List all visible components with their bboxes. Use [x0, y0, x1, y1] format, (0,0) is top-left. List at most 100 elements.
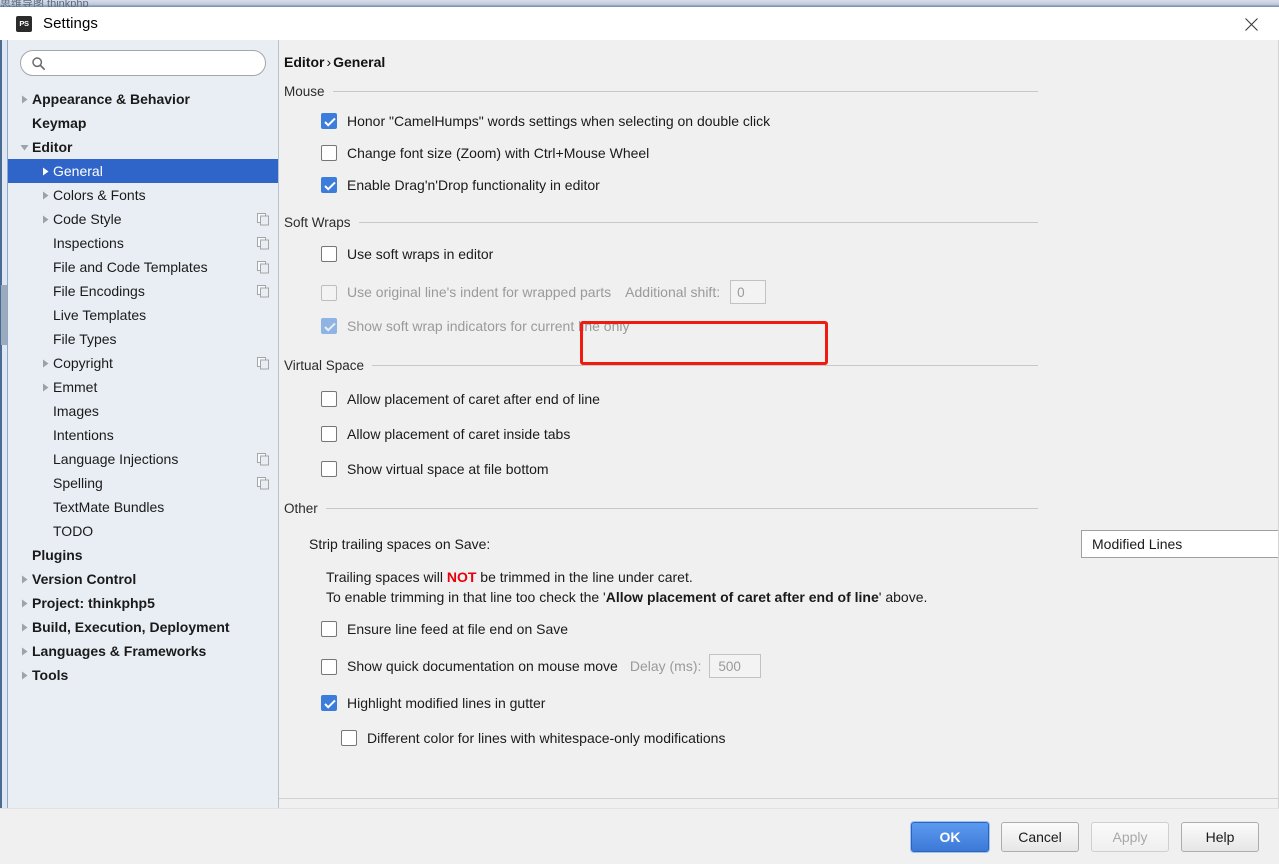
sidebar-item-tools[interactable]: Tools	[8, 663, 278, 687]
chevron-right-icon[interactable]	[37, 383, 53, 392]
sidebar-item-todo[interactable]: TODO	[8, 519, 278, 543]
checkbox-show-quick-documentation[interactable]: Show quick documentation on mouse move D…	[321, 654, 1278, 678]
checkbox-use-soft-wraps[interactable]: Use soft wraps in editor	[321, 244, 1278, 264]
sidebar-item-version-control[interactable]: Version Control	[8, 567, 278, 591]
settings-tree: Appearance & Behavior Keymap Editor General…	[8, 87, 278, 687]
sidebar-item-file-and-code-templates[interactable]: File and Code Templates	[8, 255, 278, 279]
sidebar-item-general[interactable]: General	[8, 159, 278, 183]
cancel-button[interactable]: Cancel	[1001, 821, 1079, 852]
strip-trailing-spaces-label: Strip trailing spaces on Save:	[309, 536, 491, 552]
dialog-body: Appearance & Behavior Keymap Editor General…	[0, 40, 1279, 808]
sidebar-item-spelling[interactable]: Spelling	[8, 471, 278, 495]
additional-shift-label: Additional shift:	[625, 284, 721, 300]
close-icon[interactable]	[1231, 9, 1271, 39]
checkbox-indicator[interactable]	[321, 695, 337, 711]
checkbox-indicator[interactable]	[321, 113, 337, 129]
checkbox-ensure-line-feed[interactable]: Ensure line feed at file end on Save	[321, 619, 1278, 639]
chevron-right-icon[interactable]	[37, 191, 53, 200]
copy-settings-icon[interactable]	[256, 452, 270, 466]
sidebar-item-file-types[interactable]: File Types	[8, 327, 278, 351]
sidebar-item-colors-fonts[interactable]: Colors & Fonts	[8, 183, 278, 207]
sidebar-item-project-thinkphp5[interactable]: Project: thinkphp5	[8, 591, 278, 615]
breadcrumb: Editor › General	[279, 40, 385, 70]
chevron-right-icon[interactable]	[37, 167, 53, 176]
chevron-right-icon[interactable]	[16, 623, 32, 632]
checkbox-indicator[interactable]	[321, 391, 337, 407]
sidebar-item-language-injections[interactable]: Language Injections	[8, 447, 278, 471]
copy-settings-icon[interactable]	[256, 236, 270, 250]
checkbox-indicator[interactable]	[321, 621, 337, 637]
checkbox-label: Different color for lines with whitespac…	[367, 730, 726, 746]
background-ghost-text: 思维导图 thinkphp	[0, 0, 89, 7]
chevron-right-icon[interactable]	[37, 215, 53, 224]
sidebar-item-appearance-behavior[interactable]: Appearance & Behavior	[8, 87, 278, 111]
sidebar-item-code-style[interactable]: Code Style	[8, 207, 278, 231]
chevron-down-icon[interactable]	[16, 143, 32, 152]
sidebar-item-label: Inspections	[53, 235, 124, 251]
sidebar-item-label: Version Control	[32, 571, 137, 587]
sidebar-item-build-execution-deployment[interactable]: Build, Execution, Deployment	[8, 615, 278, 639]
checkbox-caret-inside-tabs[interactable]: Allow placement of caret inside tabs	[321, 424, 1278, 444]
note-line-1: Trailing spaces will NOT be trimmed in t…	[326, 567, 1278, 587]
sidebar-item-plugins[interactable]: Plugins	[8, 543, 278, 567]
note-text-b: be trimmed in the line under caret.	[476, 569, 693, 585]
sidebar-item-label: Editor	[32, 139, 73, 155]
copy-settings-icon[interactable]	[256, 260, 270, 274]
checkbox-indicator[interactable]	[321, 426, 337, 442]
sidebar-item-label: File and Code Templates	[53, 259, 208, 275]
chevron-right-icon[interactable]	[37, 359, 53, 368]
breadcrumb-root[interactable]: Editor	[284, 54, 324, 70]
sidebar-item-label: Appearance & Behavior	[32, 91, 190, 107]
sidebar-item-copyright[interactable]: Copyright	[8, 351, 278, 375]
checkbox-label: Enable Drag'n'Drop functionality in edit…	[347, 177, 600, 193]
copy-settings-icon[interactable]	[256, 476, 270, 490]
chevron-right-icon[interactable]	[16, 647, 32, 656]
sidebar-item-live-templates[interactable]: Live Templates	[8, 303, 278, 327]
delay-input: 500	[709, 654, 762, 678]
checkbox-honor-camelhumps[interactable]: Honor "CamelHumps" words settings when s…	[321, 111, 791, 131]
sidebar-item-keymap[interactable]: Keymap	[8, 111, 278, 135]
sidebar-item-textmate-bundles[interactable]: TextMate Bundles	[8, 495, 278, 519]
checkbox-indicator[interactable]	[321, 177, 337, 193]
sidebar-item-languages-frameworks[interactable]: Languages & Frameworks	[8, 639, 278, 663]
checkbox-indicator[interactable]	[321, 659, 337, 675]
checkbox-indicator[interactable]	[321, 461, 337, 477]
sidebar-item-images[interactable]: Images	[8, 399, 278, 423]
checkbox-label: Change font size (Zoom) with Ctrl+Mouse …	[347, 145, 650, 161]
checkbox-different-color-whitespace-modifications[interactable]: Different color for lines with whitespac…	[341, 728, 1278, 748]
sidebar-item-inspections[interactable]: Inspections	[8, 231, 278, 255]
checkbox-label: Show quick documentation on mouse move	[347, 658, 618, 674]
scrollbar-thumb[interactable]	[1, 285, 7, 345]
sidebar-item-label: Spelling	[53, 475, 103, 491]
copy-settings-icon[interactable]	[256, 284, 270, 298]
strip-trailing-spaces-select[interactable]: Modified Lines	[1081, 530, 1278, 558]
checkbox-indicator[interactable]	[321, 145, 337, 161]
copy-settings-icon[interactable]	[256, 212, 270, 226]
checkbox-show-soft-wrap-indicators: Show soft wrap indicators for current li…	[321, 316, 1278, 336]
help-button[interactable]: Help	[1181, 821, 1259, 852]
chevron-right-icon[interactable]	[16, 599, 32, 608]
ok-button[interactable]: OK	[911, 821, 989, 852]
checkbox-enable-dragndrop[interactable]: Enable Drag'n'Drop functionality in edit…	[321, 175, 1278, 195]
checkbox-highlight-modified-lines[interactable]: Highlight modified lines in gutter	[321, 693, 1278, 713]
note-bold-reference: Allow placement of caret after end of li…	[605, 589, 879, 605]
chevron-right-icon[interactable]	[16, 95, 32, 104]
search-input[interactable]	[51, 53, 255, 73]
note-line-2: To enable trimming in that line too chec…	[326, 587, 1278, 607]
chevron-right-icon[interactable]	[16, 575, 32, 584]
sidebar-item-emmet[interactable]: Emmet	[8, 375, 278, 399]
checkbox-indicator[interactable]	[341, 730, 357, 746]
sidebar-item-editor[interactable]: Editor	[8, 135, 278, 159]
checkbox-label: Use soft wraps in editor	[347, 246, 494, 262]
background-scrollbar[interactable]	[0, 40, 8, 808]
sidebar-item-intentions[interactable]: Intentions	[8, 423, 278, 447]
sidebar-item-file-encodings[interactable]: File Encodings	[8, 279, 278, 303]
checkbox-virtual-space-file-bottom[interactable]: Show virtual space at file bottom	[321, 459, 1278, 479]
checkbox-indicator[interactable]	[321, 246, 337, 262]
group-soft-wraps-title: Soft Wraps	[284, 215, 351, 230]
checkbox-change-font-size-zoom[interactable]: Change font size (Zoom) with Ctrl+Mouse …	[321, 143, 1278, 163]
chevron-right-icon[interactable]	[16, 671, 32, 680]
checkbox-caret-after-end-of-line[interactable]: Allow placement of caret after end of li…	[321, 389, 1278, 409]
copy-settings-icon[interactable]	[256, 356, 270, 370]
search-box[interactable]	[20, 50, 266, 76]
